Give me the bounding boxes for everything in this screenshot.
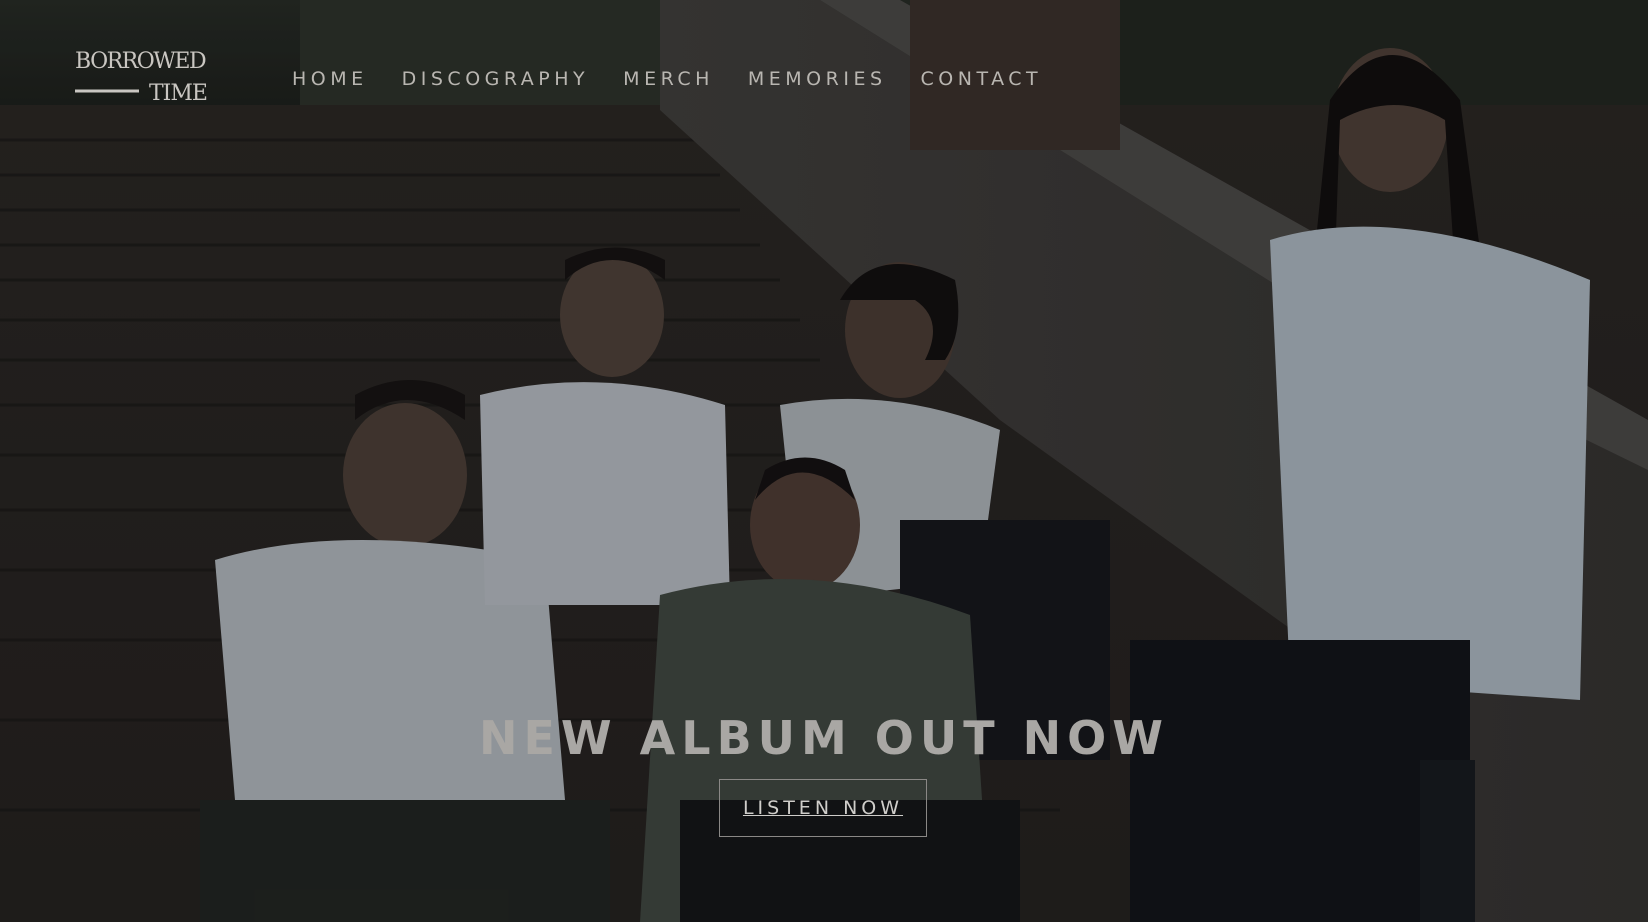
- hero-headline: NEW ALBUM OUT NOW: [479, 710, 1169, 765]
- logo-line-2: TIME: [149, 81, 207, 106]
- nav-discography[interactable]: DISCOGRAPHY: [402, 68, 590, 90]
- nav-home[interactable]: HOME: [292, 68, 368, 90]
- nav-contact[interactable]: CONTACT: [921, 68, 1043, 90]
- borrowed-time-logo[interactable]: BORROWED TIME: [75, 44, 231, 106]
- main-nav: HOME DISCOGRAPHY MERCH MEMORIES CONTACT: [292, 68, 1042, 90]
- nav-merch[interactable]: MERCH: [623, 68, 714, 90]
- listen-now-button[interactable]: LISTEN NOW: [719, 779, 927, 837]
- nav-memories[interactable]: MEMORIES: [748, 68, 887, 90]
- logo-line-1: BORROWED: [75, 49, 206, 74]
- borrowed-time-logo-icon: BORROWED TIME: [75, 49, 208, 106]
